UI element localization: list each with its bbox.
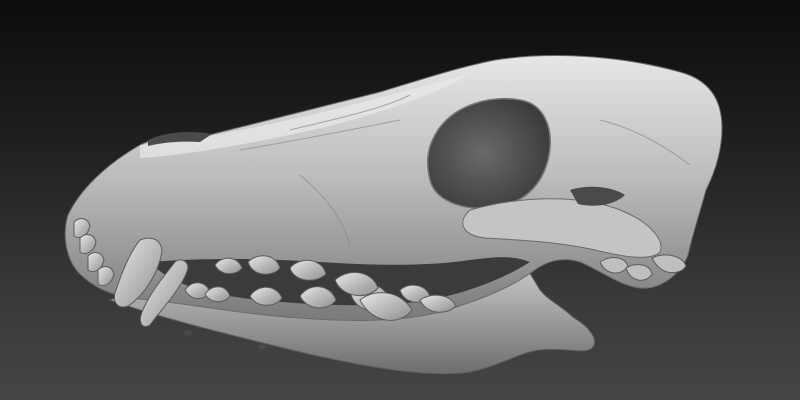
render-viewport xyxy=(0,0,800,400)
skull-render xyxy=(64,55,723,375)
